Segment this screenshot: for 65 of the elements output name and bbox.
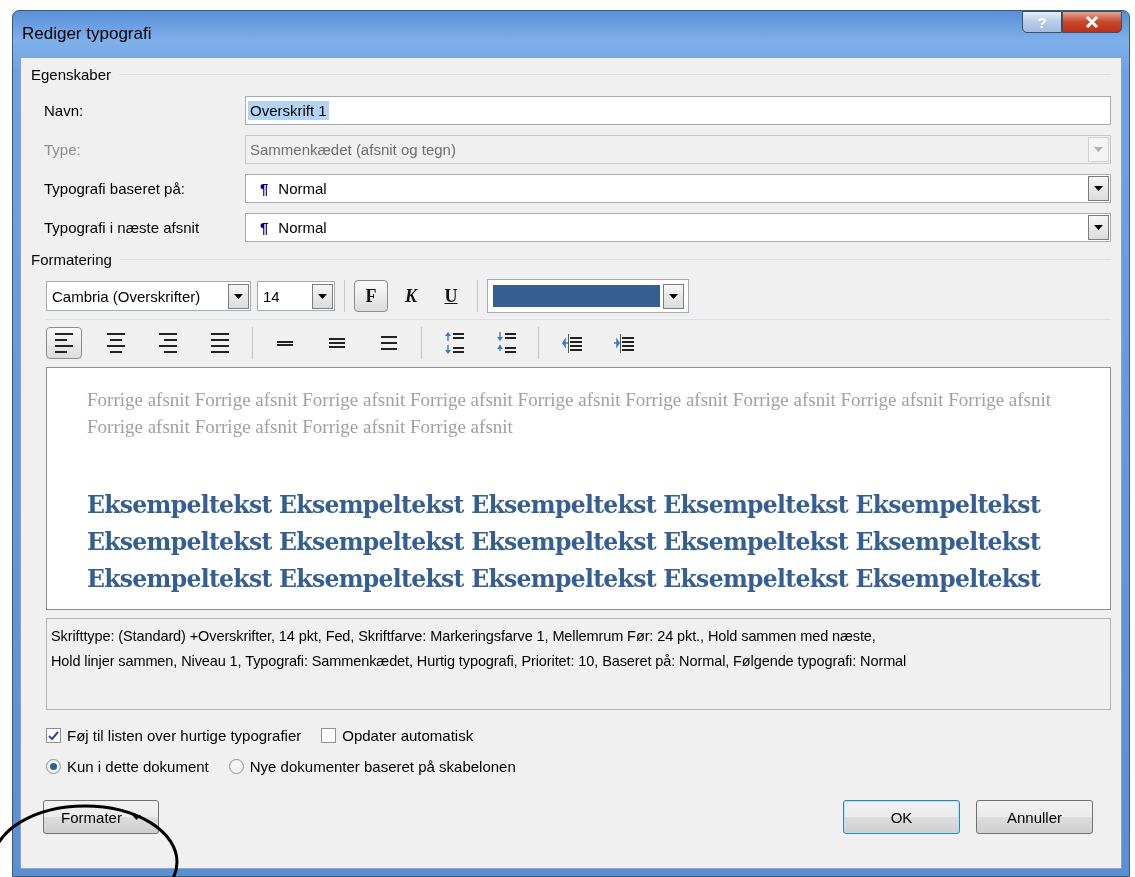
dropdown-field[interactable]: ¶ Normal xyxy=(245,174,1111,203)
align-left-icon xyxy=(55,333,73,353)
dropdown-arrow-icon xyxy=(234,293,243,299)
justify-icon xyxy=(211,333,229,353)
line-spacing-icon xyxy=(329,338,345,348)
color-dropdown[interactable] xyxy=(487,279,689,313)
bold-button[interactable]: F xyxy=(354,280,388,312)
dropdown-button[interactable] xyxy=(1088,215,1109,240)
dropdown-arrow-icon xyxy=(1094,225,1103,230)
checkmark-icon xyxy=(48,730,59,741)
field-value: Overskrift 1 xyxy=(248,101,329,120)
align-right-icon xyxy=(159,333,177,353)
format-menu-button[interactable]: Formater xyxy=(43,800,159,834)
radio-label: Kun i dette dokument xyxy=(67,758,209,775)
sample-text: Eksempeltekst Eksempeltekst Eksempeltekst Eksempeltekst Eksempeltekst Eksempeltekst Eksempeltekst Eksempeltekst Eksempeltekst Eksempeltekst Eksempeltekst Eksempeltekst Eksempeltekst Eksempeltekst Eksempeltekst xyxy=(87,490,1042,595)
cancel-button[interactable]: Annuller xyxy=(976,800,1093,834)
paragraph-spacing-icon xyxy=(444,332,464,354)
dropdown-button[interactable] xyxy=(312,283,333,309)
underline-button[interactable]: U xyxy=(434,280,468,312)
dropdown-button[interactable] xyxy=(228,283,249,309)
radio-label: Nye dokumenter baseret på skabelonen xyxy=(249,758,516,775)
dropdown-field[interactable]: ¶ Normal xyxy=(245,213,1111,242)
checkbox-label: Opdater automatisk xyxy=(342,727,474,744)
size-dropdown[interactable]: 14 xyxy=(257,281,335,311)
checkbox[interactable] xyxy=(46,728,61,743)
checkbox[interactable] xyxy=(321,728,337,743)
ok-button[interactable]: OK xyxy=(843,800,960,834)
dropdown-button[interactable] xyxy=(1088,176,1109,201)
paragraph-spacing-icon xyxy=(496,332,516,354)
close-icon xyxy=(1085,16,1099,28)
close-button[interactable] xyxy=(1062,11,1122,33)
radio-button[interactable] xyxy=(46,759,61,774)
dropdown-arrow-icon xyxy=(1094,186,1103,191)
indent-decrease-icon xyxy=(560,333,582,353)
section-heading: Egenskaber xyxy=(31,66,112,83)
previous-paragraph-text: Forrige afsnit Forrige afsnit Forrige afsnit Forrige afsnit Forrige afsnit Forrige afsnit Forrige afsnit Forrige afsnit Forrige afsnit Forrige afsnit Forrige afsnit Forrige afsnit Forrige afsnit xyxy=(87,388,1053,439)
section-heading: Formatering xyxy=(31,251,112,268)
field-value: Normal xyxy=(277,218,328,237)
dropdown-arrow-icon xyxy=(669,293,678,299)
italic-button[interactable]: K xyxy=(394,280,428,312)
line-spacing-icon xyxy=(277,340,293,346)
field-value: Sammenkædet (afsnit og tegn) xyxy=(249,140,457,159)
style-description: Skrifttype: (Standard) +Overskrifter, 14 pkt, Fed, Skriftfarve: Markeringsfarve 1, Mellemrum Før: 24 pkt., Hold sammen med næste, Hold linjer sammen, Niveau 1, Typografi: Sammenkædet, Hurtig typografi, Prioritet: 10, Baseret på: Normal, Følgende typografi: Normal xyxy=(46,618,1111,710)
align-left-button[interactable] xyxy=(46,327,82,359)
checkbox-label: Føj til listen over hurtige typografier xyxy=(67,727,302,744)
font-value: Cambria (Overskrifter) xyxy=(52,287,201,305)
dropdown-button[interactable] xyxy=(663,283,684,309)
dropdown-arrow-icon xyxy=(318,293,327,299)
field-value: Normal xyxy=(277,179,328,198)
align-center-icon xyxy=(107,333,125,353)
indent-increase-icon xyxy=(612,333,634,353)
field-label: Typografi i næste afsnit xyxy=(44,219,201,236)
field-label: Type: xyxy=(44,141,82,158)
dropdown-arrow-icon xyxy=(1094,147,1103,152)
paragraph-mark: ¶ xyxy=(260,219,269,236)
caret-icon xyxy=(131,814,141,820)
field-label: Typografi baseret på: xyxy=(44,180,186,197)
font-dropdown[interactable]: Cambria (Overskrifter) xyxy=(46,281,251,311)
field-label: Navn: xyxy=(44,102,85,119)
paragraph-mark: ¶ xyxy=(260,180,269,197)
window-title: Rediger typografi xyxy=(22,24,152,44)
size-value: 14 xyxy=(263,287,280,305)
name-input-field[interactable]: Overskrift 1 xyxy=(245,96,1111,125)
line-spacing-icon xyxy=(381,336,397,350)
radio-button[interactable] xyxy=(228,759,244,774)
